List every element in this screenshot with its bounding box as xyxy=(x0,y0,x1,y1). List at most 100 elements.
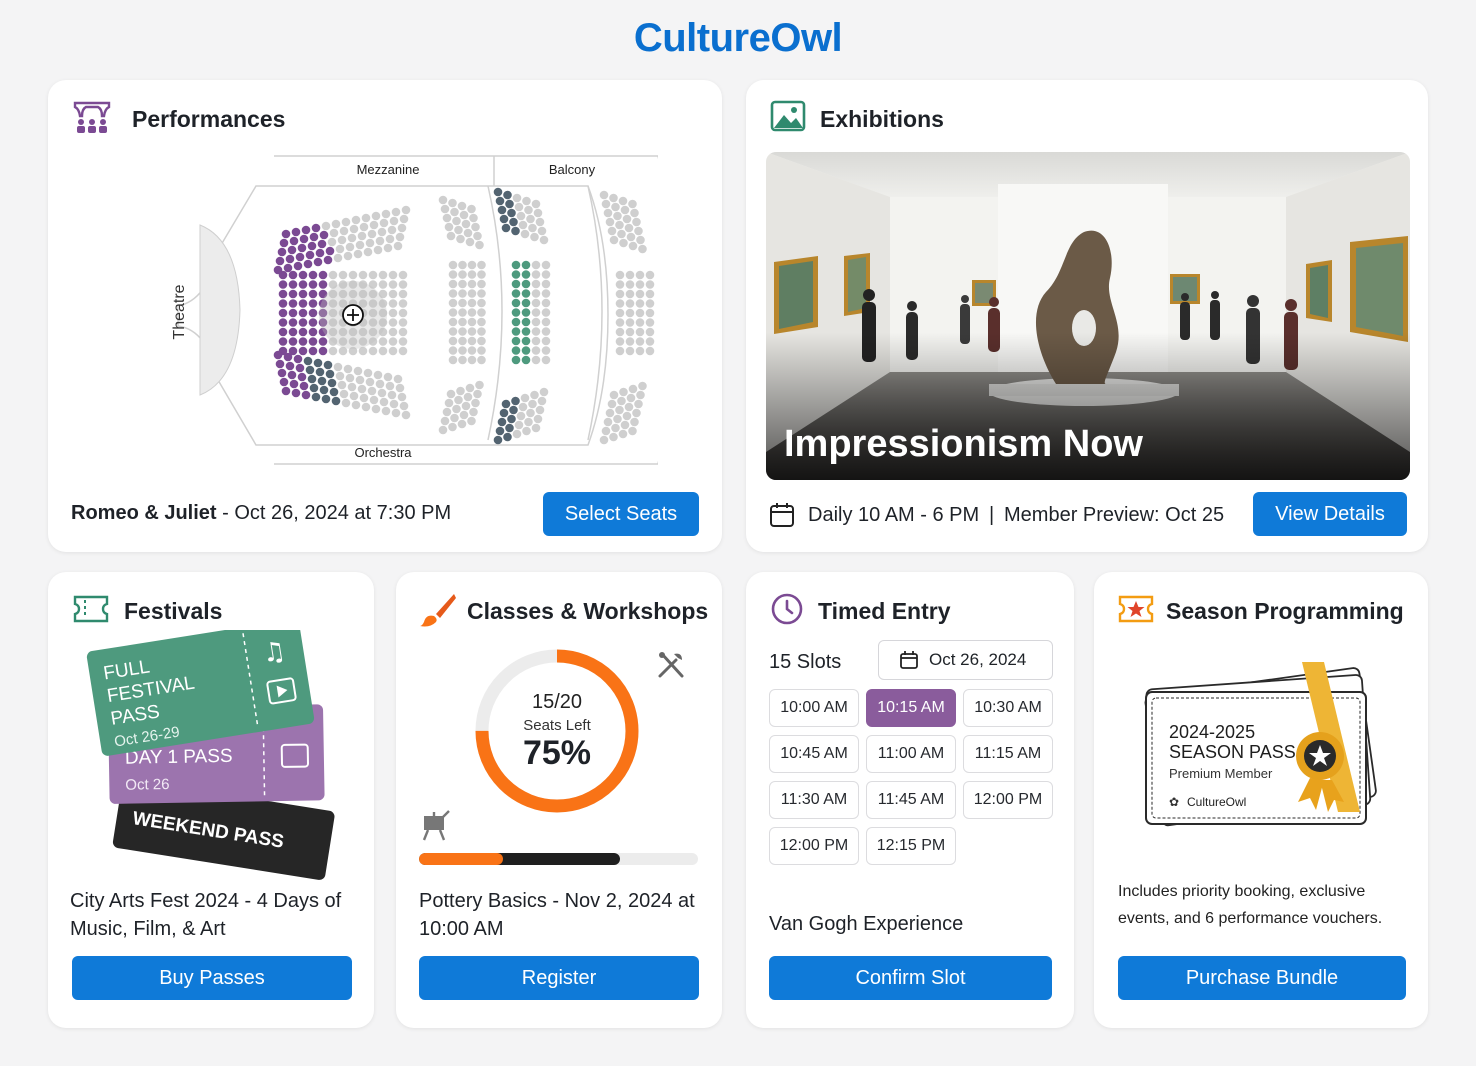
seat[interactable] xyxy=(635,289,645,299)
seat[interactable] xyxy=(516,211,526,221)
seat[interactable] xyxy=(607,399,617,409)
seat[interactable] xyxy=(530,390,539,400)
seat[interactable] xyxy=(467,416,476,426)
seat[interactable] xyxy=(440,204,450,214)
seat[interactable] xyxy=(535,217,545,227)
seat[interactable] xyxy=(448,289,458,298)
seat[interactable] xyxy=(628,384,638,394)
seat[interactable] xyxy=(467,327,477,336)
seat[interactable] xyxy=(475,240,484,250)
seat[interactable] xyxy=(615,337,625,346)
seat[interactable] xyxy=(524,205,533,215)
seat[interactable] xyxy=(398,346,408,356)
seat[interactable] xyxy=(367,229,377,239)
seat[interactable] xyxy=(298,270,308,280)
seat[interactable] xyxy=(467,298,477,308)
seat[interactable] xyxy=(313,358,323,368)
seat[interactable] xyxy=(467,355,477,365)
seat[interactable] xyxy=(398,318,408,327)
seat[interactable] xyxy=(347,233,357,243)
seat[interactable] xyxy=(353,366,363,376)
seat[interactable] xyxy=(477,308,486,317)
seat[interactable] xyxy=(287,245,297,255)
seat[interactable] xyxy=(635,327,645,337)
seat[interactable] xyxy=(347,382,357,392)
seat[interactable] xyxy=(319,385,329,395)
seat[interactable] xyxy=(628,426,637,436)
seat[interactable] xyxy=(531,298,541,308)
seat[interactable] xyxy=(521,308,531,317)
seat[interactable] xyxy=(442,407,452,417)
seat[interactable] xyxy=(625,318,635,327)
seat[interactable] xyxy=(524,417,533,427)
seat[interactable] xyxy=(521,336,531,346)
seat[interactable] xyxy=(458,270,467,279)
seat[interactable] xyxy=(383,372,393,382)
seat[interactable] xyxy=(393,374,403,384)
seat[interactable] xyxy=(328,270,338,280)
seat[interactable] xyxy=(343,251,353,261)
seat[interactable] xyxy=(473,231,482,241)
seat[interactable] xyxy=(327,378,337,388)
seat[interactable] xyxy=(477,279,486,289)
seat[interactable] xyxy=(283,263,293,273)
seat[interactable] xyxy=(630,208,639,218)
seat[interactable] xyxy=(378,346,388,356)
purchase-bundle-button[interactable]: Purchase Bundle xyxy=(1118,956,1406,1000)
time-slot[interactable]: 12:00 PM xyxy=(769,827,859,865)
seat[interactable] xyxy=(333,253,343,263)
seat[interactable] xyxy=(505,423,514,433)
seat[interactable] xyxy=(337,235,347,245)
seat[interactable] xyxy=(389,216,399,226)
seat[interactable] xyxy=(601,426,611,436)
seat[interactable] xyxy=(467,308,477,317)
seat[interactable] xyxy=(277,368,287,378)
seat[interactable] xyxy=(522,426,531,436)
seat[interactable] xyxy=(511,289,521,298)
seat[interactable] xyxy=(273,350,283,360)
seat[interactable] xyxy=(630,417,639,427)
seat[interactable] xyxy=(477,289,486,298)
seat[interactable] xyxy=(638,244,647,254)
seat[interactable] xyxy=(285,361,295,371)
seat[interactable] xyxy=(291,388,301,398)
seat[interactable] xyxy=(307,241,317,251)
seat[interactable] xyxy=(531,317,541,327)
exhibition-image[interactable]: Impressionism Now xyxy=(766,152,1410,480)
seat[interactable] xyxy=(473,389,482,399)
seat[interactable] xyxy=(331,219,341,229)
seat[interactable] xyxy=(497,417,507,427)
seat[interactable] xyxy=(337,380,347,390)
seat[interactable] xyxy=(387,390,397,400)
seat[interactable] xyxy=(398,280,408,289)
seat[interactable] xyxy=(477,346,486,355)
seat[interactable] xyxy=(448,270,458,279)
seat[interactable] xyxy=(375,379,385,389)
seat[interactable] xyxy=(507,414,516,424)
seat[interactable] xyxy=(397,223,407,233)
seat[interactable] xyxy=(395,232,405,242)
seat[interactable] xyxy=(458,298,467,308)
seat[interactable] xyxy=(297,372,307,382)
seat[interactable] xyxy=(401,205,411,215)
seat[interactable] xyxy=(329,387,339,397)
seat[interactable] xyxy=(278,318,288,327)
buy-passes-button[interactable]: Buy Passes xyxy=(72,956,352,1000)
seat[interactable] xyxy=(507,208,516,218)
seat[interactable] xyxy=(521,298,531,308)
seat[interactable] xyxy=(467,270,477,279)
seat[interactable] xyxy=(477,355,486,365)
seat[interactable] xyxy=(291,227,301,237)
seat[interactable] xyxy=(471,222,480,232)
seat[interactable] xyxy=(471,398,480,408)
seat[interactable] xyxy=(299,234,309,244)
seat[interactable] xyxy=(541,336,551,346)
seat[interactable] xyxy=(359,393,369,403)
seat[interactable] xyxy=(531,270,541,279)
seat[interactable] xyxy=(625,289,635,299)
time-slot[interactable]: 11:30 AM xyxy=(769,781,859,819)
seat[interactable] xyxy=(448,279,458,289)
seat[interactable] xyxy=(611,423,620,433)
seat[interactable] xyxy=(288,318,298,327)
seat[interactable] xyxy=(624,402,634,412)
